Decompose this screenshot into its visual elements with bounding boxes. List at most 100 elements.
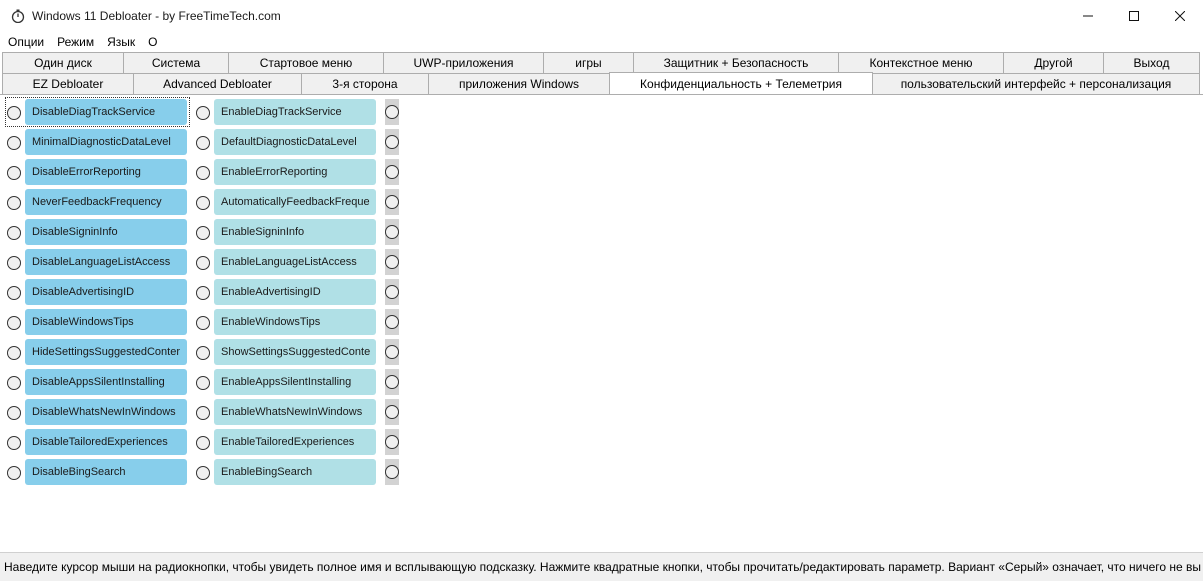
disable-radio[interactable] [7,196,21,210]
close-button[interactable] [1157,0,1203,32]
tab-third-party[interactable]: 3-я сторона [301,73,429,94]
enable-option-button[interactable]: EnableBingSearch [214,459,376,485]
disable-radio[interactable] [7,136,21,150]
gray-option[interactable] [385,369,399,395]
tab-ui-personalization[interactable]: пользовательский интерфейс + персонализа… [872,73,1200,94]
disable-radio[interactable] [7,166,21,180]
enable-option-button[interactable]: EnableErrorReporting [214,159,376,185]
gray-radio[interactable] [385,345,399,359]
gray-option[interactable] [385,249,399,275]
disable-option-button[interactable]: HideSettingsSuggestedConter [25,339,187,365]
disable-option-button[interactable]: DisableTailoredExperiences [25,429,187,455]
enable-option-button[interactable]: EnableTailoredExperiences [214,429,376,455]
tab-other[interactable]: Другой [1003,52,1104,73]
enable-radio[interactable] [196,376,210,390]
gray-option[interactable] [385,189,399,215]
disable-radio[interactable] [7,106,21,120]
enable-option-button[interactable]: ShowSettingsSuggestedConte [214,339,376,365]
enable-radio[interactable] [196,226,210,240]
gray-radio[interactable] [385,405,399,419]
disable-option-button[interactable]: DisableAppsSilentInstalling [25,369,187,395]
tab-windows-apps[interactable]: приложения Windows [428,73,610,94]
enable-radio[interactable] [196,166,210,180]
disable-option-button[interactable]: DisableBingSearch [25,459,187,485]
gray-option[interactable] [385,459,399,485]
enable-radio[interactable] [196,466,210,480]
tab-context-menu[interactable]: Контекстное меню [838,52,1004,73]
gray-radio[interactable] [385,225,399,239]
enable-radio[interactable] [196,316,210,330]
disable-option-button[interactable]: DisableErrorReporting [25,159,187,185]
enable-radio[interactable] [196,196,210,210]
enable-radio[interactable] [196,136,210,150]
enable-radio[interactable] [196,106,210,120]
enable-radio[interactable] [196,346,210,360]
disable-option-button[interactable]: DisableWhatsNewInWindows [25,399,187,425]
disable-option-button[interactable]: DisableLanguageListAccess [25,249,187,275]
tab-one-drive[interactable]: Один диск [2,52,124,73]
enable-option-button[interactable]: EnableWindowsTips [214,309,376,335]
maximize-button[interactable] [1111,0,1157,32]
gray-option[interactable] [385,129,399,155]
disable-option-button[interactable]: DisableDiagTrackService [25,99,187,125]
disable-radio[interactable] [7,226,21,240]
enable-option-button[interactable]: EnableLanguageListAccess [214,249,376,275]
menu-mode[interactable]: Режим [50,32,100,52]
disable-option-button[interactable]: DisableAdvertisingID [25,279,187,305]
disable-radio[interactable] [7,256,21,270]
gray-radio[interactable] [385,195,399,209]
enable-radio[interactable] [196,286,210,300]
disable-option-button[interactable]: NeverFeedbackFrequency [25,189,187,215]
gray-radio[interactable] [385,285,399,299]
gray-option[interactable] [385,99,399,125]
gray-option[interactable] [385,219,399,245]
disable-radio[interactable] [7,466,21,480]
minimize-button[interactable] [1065,0,1111,32]
tab-start-menu[interactable]: Стартовое меню [228,52,384,73]
enable-option-button[interactable]: EnableAdvertisingID [214,279,376,305]
gray-radio[interactable] [385,315,399,329]
enable-option-button[interactable]: DefaultDiagnosticDataLevel [214,129,376,155]
tab-games[interactable]: игры [543,52,634,73]
disable-option-button[interactable]: MinimalDiagnosticDataLevel [25,129,187,155]
tab-privacy-telemetry[interactable]: Конфиденциальность + Телеметрия [609,72,873,94]
enable-option-button[interactable]: AutomaticallyFeedbackFreque [214,189,376,215]
disable-radio[interactable] [7,316,21,330]
disable-option-button[interactable]: DisableSigninInfo [25,219,187,245]
gray-radio[interactable] [385,165,399,179]
disable-radio[interactable] [7,286,21,300]
enable-radio[interactable] [196,406,210,420]
tab-advanced-debloater[interactable]: Advanced Debloater [133,73,302,94]
gray-radio[interactable] [385,465,399,479]
gray-option[interactable] [385,429,399,455]
tab-ez-debloater[interactable]: EZ Debloater [2,73,134,94]
menu-options[interactable]: Опции [0,32,50,52]
enable-option-button[interactable]: EnableWhatsNewInWindows [214,399,376,425]
enable-option-button[interactable]: EnableDiagTrackService [214,99,376,125]
disable-option-button[interactable]: DisableWindowsTips [25,309,187,335]
gray-option[interactable] [385,339,399,365]
disable-radio[interactable] [7,346,21,360]
gray-radio[interactable] [385,375,399,389]
gray-radio[interactable] [385,135,399,149]
gray-radio[interactable] [385,255,399,269]
gray-radio[interactable] [385,105,399,119]
gray-option[interactable] [385,279,399,305]
tab-defender-security[interactable]: Защитник + Безопасность [633,52,839,73]
gray-radio[interactable] [385,435,399,449]
tab-system[interactable]: Система [123,52,229,73]
gray-option[interactable] [385,159,399,185]
menu-about[interactable]: О [141,32,163,52]
disable-radio[interactable] [7,406,21,420]
tab-uwp-apps[interactable]: UWP-приложения [383,52,544,73]
gray-option[interactable] [385,399,399,425]
gray-option[interactable] [385,309,399,335]
tab-exit[interactable]: Выход [1103,52,1200,73]
disable-radio[interactable] [7,376,21,390]
enable-option-button[interactable]: EnableAppsSilentInstalling [214,369,376,395]
enable-radio[interactable] [196,256,210,270]
enable-radio[interactable] [196,436,210,450]
disable-radio[interactable] [7,436,21,450]
enable-option-button[interactable]: EnableSigninInfo [214,219,376,245]
menu-language[interactable]: Язык [100,32,141,52]
